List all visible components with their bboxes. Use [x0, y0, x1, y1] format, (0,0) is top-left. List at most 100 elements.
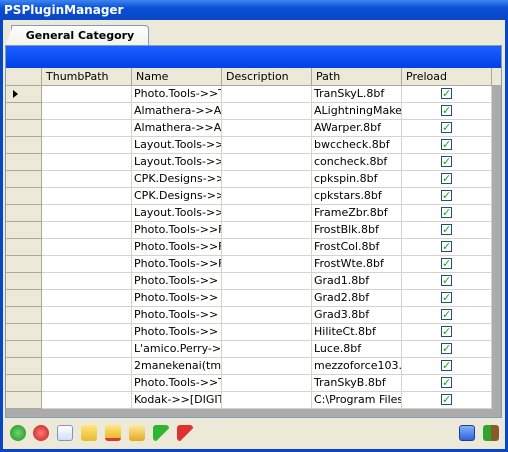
table-row[interactable]: Photo.Tools->> Grad2.8bf	[6, 290, 501, 307]
cell-preload[interactable]	[402, 120, 492, 137]
cell-thumbpath[interactable]	[42, 375, 132, 392]
table-row[interactable]: Almathera->>A. ALightningMaker	[6, 103, 501, 120]
cell-preload[interactable]	[402, 358, 492, 375]
preload-checkbox[interactable]	[441, 120, 452, 136]
cell-name[interactable]: Almathera->>A.	[132, 103, 222, 120]
flag-green-icon[interactable]	[153, 425, 169, 441]
cell-path[interactable]: TranSkyL.8bf	[312, 86, 402, 103]
cell-name[interactable]: Kodak->>[DIGIT	[132, 392, 222, 409]
preload-checkbox[interactable]	[441, 341, 452, 357]
cell-thumbpath[interactable]	[42, 273, 132, 290]
cell-path[interactable]: Grad2.8bf	[312, 290, 402, 307]
preload-checkbox[interactable]	[441, 307, 452, 323]
preload-checkbox[interactable]	[441, 290, 452, 306]
cell-path[interactable]: FrameZbr.8bf	[312, 205, 402, 222]
cell-description[interactable]	[222, 307, 312, 324]
folder-remove-icon[interactable]	[105, 425, 121, 441]
preload-checkbox[interactable]	[441, 358, 452, 374]
cell-path[interactable]: bwccheck.8bf	[312, 137, 402, 154]
cell-thumbpath[interactable]	[42, 154, 132, 171]
cell-thumbpath[interactable]	[42, 120, 132, 137]
cell-preload[interactable]	[402, 205, 492, 222]
cell-path[interactable]: HiliteCt.8bf	[312, 324, 402, 341]
cell-name[interactable]: Photo.Tools->>	[132, 307, 222, 324]
cell-thumbpath[interactable]	[42, 239, 132, 256]
cell-preload[interactable]	[402, 392, 492, 409]
cell-thumbpath[interactable]	[42, 290, 132, 307]
row-header[interactable]	[6, 86, 42, 103]
cell-name[interactable]: CPK.Designs->>	[132, 188, 222, 205]
cell-thumbpath[interactable]	[42, 86, 132, 103]
preload-checkbox[interactable]	[441, 273, 452, 289]
cell-path[interactable]: AWarper.8bf	[312, 120, 402, 137]
column-header-name[interactable]: Name	[132, 68, 222, 85]
row-header[interactable]	[6, 103, 42, 120]
preload-checkbox[interactable]	[441, 103, 452, 119]
cell-path[interactable]: C:\Program Files	[312, 392, 402, 409]
table-row[interactable]: Photo.Tools->> HiliteCt.8bf	[6, 324, 501, 341]
cell-preload[interactable]	[402, 103, 492, 120]
cell-description[interactable]	[222, 86, 312, 103]
row-header[interactable]	[6, 341, 42, 358]
preload-checkbox[interactable]	[441, 171, 452, 187]
cell-description[interactable]	[222, 120, 312, 137]
cell-name[interactable]: Photo.Tools->>	[132, 273, 222, 290]
table-row[interactable]: Photo.Tools->> Grad1.8bf	[6, 273, 501, 290]
preload-checkbox[interactable]	[441, 324, 452, 340]
column-header-preload[interactable]: Preload	[402, 68, 492, 85]
cell-thumbpath[interactable]	[42, 222, 132, 239]
cell-thumbpath[interactable]	[42, 137, 132, 154]
cell-description[interactable]	[222, 290, 312, 307]
cell-description[interactable]	[222, 392, 312, 409]
cell-description[interactable]	[222, 375, 312, 392]
cell-name[interactable]: L'amico.Perry->	[132, 341, 222, 358]
table-row[interactable]: Photo.Tools->>F FrostCol.8bf	[6, 239, 501, 256]
cell-preload[interactable]	[402, 222, 492, 239]
cell-preload[interactable]	[402, 188, 492, 205]
cell-description[interactable]	[222, 137, 312, 154]
cell-name[interactable]: Photo.Tools->>F	[132, 239, 222, 256]
cell-preload[interactable]	[402, 307, 492, 324]
cell-preload[interactable]	[402, 290, 492, 307]
cell-path[interactable]: FrostWte.8bf	[312, 256, 402, 273]
plugin-grid[interactable]: ThumbPath Name Description Path Preload …	[6, 68, 501, 417]
preload-checkbox[interactable]	[441, 205, 452, 221]
row-header[interactable]	[6, 171, 42, 188]
cell-name[interactable]: Layout.Tools->>	[132, 137, 222, 154]
save-icon[interactable]	[459, 425, 475, 441]
cell-thumbpath[interactable]	[42, 205, 132, 222]
cell-path[interactable]: Luce.8bf	[312, 341, 402, 358]
add-icon[interactable]	[10, 425, 26, 441]
table-row[interactable]: CPK.Designs->> cpkspin.8bf	[6, 171, 501, 188]
cell-path[interactable]: cpkstars.8bf	[312, 188, 402, 205]
preload-checkbox[interactable]	[441, 154, 452, 170]
exit-icon[interactable]	[483, 425, 499, 441]
cell-name[interactable]: Photo.Tools->>F	[132, 222, 222, 239]
table-row[interactable]: Photo.Tools->> Grad3.8bf	[6, 307, 501, 324]
remove-icon[interactable]	[33, 425, 49, 441]
cell-description[interactable]	[222, 273, 312, 290]
preload-checkbox[interactable]	[441, 239, 452, 255]
column-header-description[interactable]: Description	[222, 68, 312, 85]
cell-name[interactable]: Photo.Tools->>	[132, 324, 222, 341]
preload-checkbox[interactable]	[441, 375, 452, 391]
cell-name[interactable]: Layout.Tools->>	[132, 154, 222, 171]
cell-path[interactable]: FrostBlk.8bf	[312, 222, 402, 239]
folder-add-icon[interactable]	[81, 425, 97, 441]
row-header[interactable]	[6, 222, 42, 239]
column-header-thumbpath[interactable]: ThumbPath	[42, 68, 132, 85]
preload-checkbox[interactable]	[441, 256, 452, 272]
cell-preload[interactable]	[402, 154, 492, 171]
table-row[interactable]: Photo.Tools->>F FrostWte.8bf	[6, 256, 501, 273]
row-header[interactable]	[6, 375, 42, 392]
table-row[interactable]: L'amico.Perry-> Luce.8bf	[6, 341, 501, 358]
cell-description[interactable]	[222, 358, 312, 375]
column-header-path[interactable]: Path	[312, 68, 402, 85]
cell-thumbpath[interactable]	[42, 171, 132, 188]
cell-description[interactable]	[222, 341, 312, 358]
row-header[interactable]	[6, 188, 42, 205]
table-row[interactable]: 2manekenai(tm) mezzoforce103.	[6, 358, 501, 375]
cell-thumbpath[interactable]	[42, 188, 132, 205]
row-header[interactable]	[6, 205, 42, 222]
preload-checkbox[interactable]	[441, 222, 452, 238]
